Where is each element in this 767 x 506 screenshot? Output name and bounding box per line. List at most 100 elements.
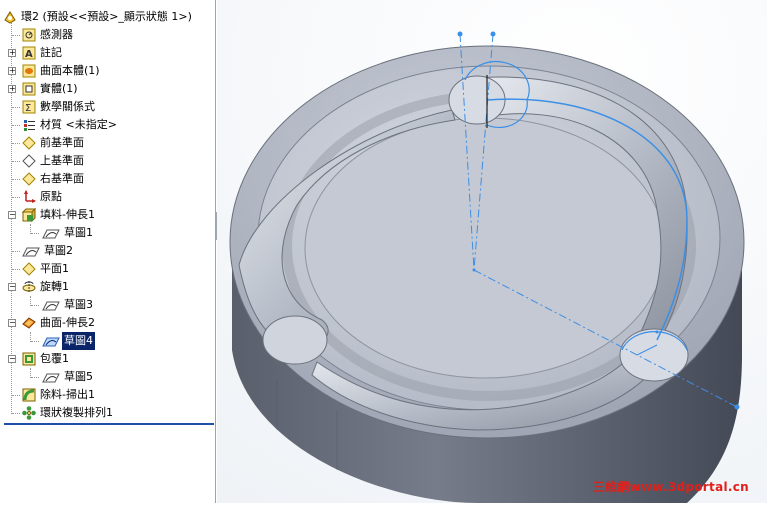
- tree-guide-line: [12, 269, 20, 270]
- sketch-icon: [22, 244, 40, 258]
- tree-item-label: 上基準面: [40, 154, 84, 167]
- tree-item-equations[interactable]: Σ 數學關係式: [0, 98, 215, 116]
- tree-item-wrap1[interactable]: − 包覆1: [0, 350, 215, 368]
- tree-item-label: 包覆1: [40, 352, 69, 365]
- material-icon: [22, 118, 36, 132]
- tree-item-sketch3[interactable]: 草圖3: [0, 296, 215, 314]
- svg-text:A: A: [25, 49, 33, 60]
- sketch-icon: [42, 298, 60, 312]
- tree-item-surface-bodies[interactable]: + 曲面本體(1): [0, 62, 215, 80]
- revolve-icon: [22, 280, 36, 294]
- tree-item-label: 實體(1): [40, 82, 78, 95]
- tree-item-label: 感測器: [40, 28, 73, 41]
- plane-icon: [22, 262, 36, 276]
- tree-root[interactable]: 環2 (預設<<預設>_顯示狀態 1>): [0, 8, 215, 26]
- tree-item-plane1[interactable]: 平面1: [0, 260, 215, 278]
- tree-guide-line: [12, 251, 20, 252]
- tree-item-label: 原點: [40, 190, 62, 203]
- tree-item-sketch1[interactable]: 草圖1: [0, 224, 215, 242]
- feature-manager-tree: 環2 (預設<<預設>_顯示狀態 1>) 感測器 + A 註記 + 曲面本體(1…: [0, 0, 216, 503]
- tree-item-label: 前基準面: [40, 136, 84, 149]
- part-model-view[interactable]: [217, 0, 767, 503]
- tree-item-circular-pattern1[interactable]: 環狀複製排列1: [0, 404, 215, 422]
- tree-item-label: 除料-掃出1: [40, 388, 95, 401]
- tree-item-right-plane[interactable]: 右基準面: [0, 170, 215, 188]
- tree-item-sketch4[interactable]: 草圖4: [0, 332, 215, 350]
- solid-body-icon: [22, 82, 36, 96]
- surface-body-icon: [22, 64, 36, 78]
- tree-item-label: 曲面-伸長2: [40, 316, 95, 329]
- wrap-icon: [22, 352, 36, 366]
- tree-item-label: 註記: [40, 46, 62, 59]
- part-icon: [3, 10, 17, 24]
- tree-item-boss-extrude1[interactable]: − 填料-伸長1: [0, 206, 215, 224]
- tree-item-label: 曲面本體(1): [40, 64, 100, 77]
- tree-item-front-plane[interactable]: 前基準面: [0, 134, 215, 152]
- tree-item-label: 草圖5: [64, 370, 93, 383]
- tree-item-label: 數學關係式: [40, 100, 95, 113]
- tree-guide-line: [31, 341, 39, 342]
- expand-plus-icon[interactable]: +: [8, 85, 16, 93]
- annotation-icon: A: [22, 46, 36, 60]
- tree-item-sensors[interactable]: 感測器: [0, 26, 215, 44]
- tree-guide-line: [12, 143, 20, 144]
- tree-guide-line: [31, 377, 39, 378]
- tube-end-cap-left: [262, 315, 328, 365]
- tree-item-label: 右基準面: [40, 172, 84, 185]
- tree-guide-line: [12, 35, 20, 36]
- tree-item-sketch2[interactable]: 草圖2: [0, 242, 215, 260]
- sensor-icon: [22, 28, 36, 42]
- tree-item-label: 填料-伸長1: [40, 208, 95, 221]
- tree-guide-line: [31, 233, 39, 234]
- tree-guide-line: [12, 197, 20, 198]
- tree-item-origin[interactable]: 原點: [0, 188, 215, 206]
- tree-guide-line: [12, 179, 20, 180]
- tube-end-cap-right: [619, 328, 689, 382]
- tree-item-surface-extrude2[interactable]: − 曲面-伸長2: [0, 314, 215, 332]
- tree-guide-line: [12, 413, 20, 414]
- collapse-minus-icon[interactable]: −: [8, 211, 16, 219]
- watermark: 三維網www.3dportal.cn: [592, 480, 749, 494]
- cut-sweep-icon: [22, 388, 36, 402]
- inner-disc: [304, 117, 666, 379]
- tree-item-label: 環狀複製排列1: [40, 406, 113, 419]
- collapse-minus-icon[interactable]: −: [8, 355, 16, 363]
- tree-item-label: 旋轉1: [40, 280, 69, 293]
- collapse-minus-icon[interactable]: −: [8, 319, 16, 327]
- tree-item-label: 草圖2: [44, 244, 73, 257]
- tree-item-annotations[interactable]: + A 註記: [0, 44, 215, 62]
- svg-text:Σ: Σ: [25, 103, 31, 114]
- tree-guide-line: [12, 395, 20, 396]
- expand-plus-icon[interactable]: +: [8, 49, 16, 57]
- tree-guide-line: [12, 107, 20, 108]
- expand-plus-icon[interactable]: +: [8, 67, 16, 75]
- tree-item-label: 草圖4: [62, 332, 95, 350]
- collapse-minus-icon[interactable]: −: [8, 283, 16, 291]
- surface-extrude-icon: [22, 316, 36, 330]
- graphics-viewport[interactable]: [217, 0, 767, 503]
- rollback-bar[interactable]: [4, 423, 214, 425]
- extrude-icon: [21, 207, 37, 223]
- tree-guide-line: [12, 161, 20, 162]
- tree-item-revolve1[interactable]: − 旋轉1: [0, 278, 215, 296]
- sketch-icon: [42, 226, 60, 240]
- circular-pattern-icon: [22, 406, 36, 420]
- tree-item-label: 草圖3: [64, 298, 93, 311]
- plane-icon: [22, 172, 36, 186]
- tree-root-label: 環2 (預設<<預設>_顯示狀態 1>): [21, 10, 192, 23]
- equations-icon: Σ: [22, 100, 36, 114]
- plane-icon: [22, 154, 36, 168]
- tree-item-top-plane[interactable]: 上基準面: [0, 152, 215, 170]
- tree-item-label: 平面1: [40, 262, 69, 275]
- tree-item-label: 草圖1: [64, 226, 93, 239]
- tree-item-solid-bodies[interactable]: + 實體(1): [0, 80, 215, 98]
- origin-icon: [22, 190, 36, 204]
- tree-item-sketch5[interactable]: 草圖5: [0, 368, 215, 386]
- tree-item-label: 材質 <未指定>: [40, 118, 117, 131]
- sketch-icon: [42, 370, 60, 384]
- plane-icon: [22, 136, 36, 150]
- tree-item-cut-sweep1[interactable]: 除料-掃出1: [0, 386, 215, 404]
- tree-guide-line: [12, 125, 20, 126]
- tree-item-material[interactable]: 材質 <未指定>: [0, 116, 215, 134]
- sketch-icon: [42, 334, 60, 348]
